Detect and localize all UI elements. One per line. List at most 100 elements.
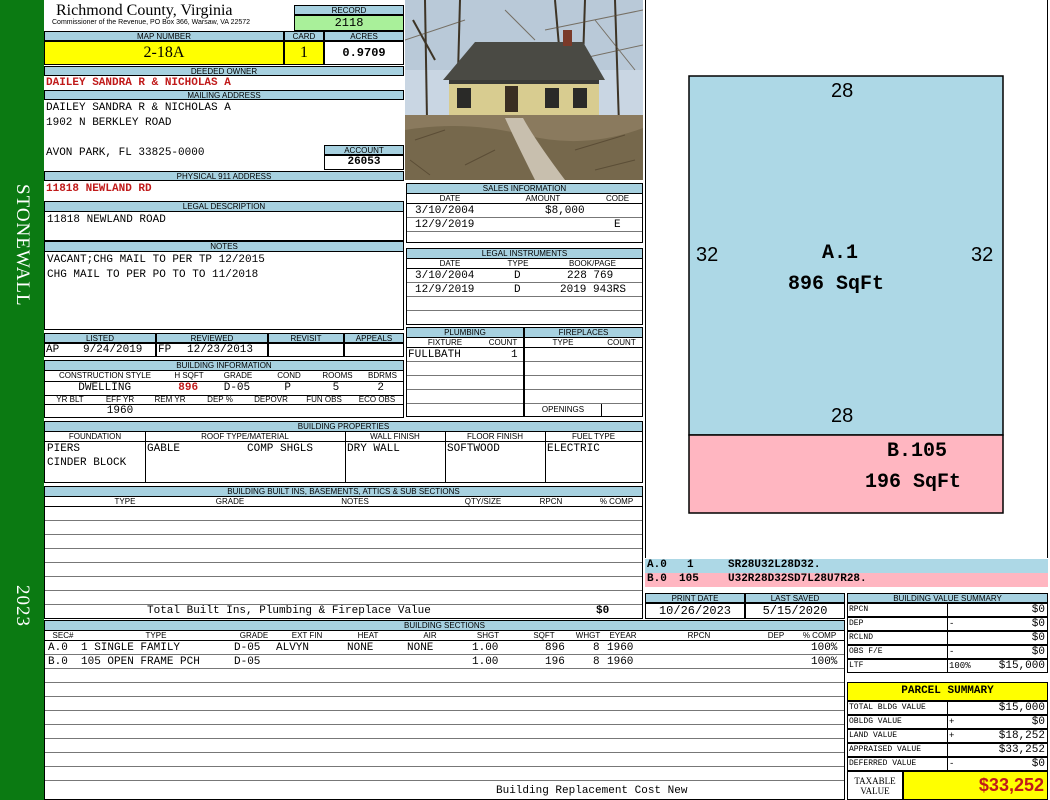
revisit-label: REVISIT [268, 333, 344, 343]
section-sqft: 196 [545, 656, 565, 668]
section-row [45, 725, 844, 739]
fuel-type: ELECTRIC [547, 443, 600, 455]
section-b-label: B.105 [887, 440, 948, 463]
yr-blt [45, 405, 95, 418]
col-h-sqft: H SQFT [174, 371, 204, 380]
building-sections: BUILDING SECTIONS SEC# TYPE GRADE EXT FI… [44, 620, 845, 800]
listed-value: AP 9/24/2019 [44, 343, 156, 357]
mailing-line-2: 1902 N BERKLEY ROAD [46, 117, 172, 129]
value-summary-label: LTF [849, 661, 864, 670]
print-date: 10/26/2023 [645, 603, 745, 619]
bdrms: 2 [377, 382, 384, 394]
value-summary-operator: 100% [949, 661, 971, 671]
section-row [45, 711, 844, 725]
col-heat: HEAT [357, 631, 379, 640]
col-comp: % COMP [599, 497, 634, 506]
reviewed-by: FP [158, 344, 172, 356]
col-eco-obs: ECO OBS [358, 395, 396, 404]
parcel-summary-label: APPRAISED VALUE [849, 745, 922, 754]
col-yr-blt: YR BLT [56, 395, 84, 404]
value-summary-row: OBS F/E - $0 [847, 645, 1048, 659]
parcel-summary-value: $0 [1031, 758, 1045, 770]
map-number: 2-18A [44, 41, 284, 65]
plumbing-row [407, 390, 523, 404]
col-type: TYPE [552, 338, 574, 347]
section-shgt: 1.00 [472, 656, 499, 668]
section-row [45, 753, 844, 767]
col-ext-fin: EXT FIN [291, 631, 323, 640]
fireplaces-columns: TYPE COUNT [525, 338, 642, 348]
col-whgt: WHGT [575, 631, 601, 640]
sales-col-date: DATE [439, 194, 461, 203]
vector-path: U32R28D32SD7L28U7R28. [728, 573, 867, 585]
eff-yr: 1960 [106, 405, 134, 417]
value-summary-row: LTF 100% $15,000 [847, 659, 1048, 673]
sales-amount: $8,000 [545, 205, 585, 217]
mailing-line-3: AVON PARK, FL 33825-0000 [46, 147, 205, 159]
col-depovr: DEPOVR [254, 395, 288, 404]
section-type: 1 SINGLE FAMILY [81, 642, 181, 654]
col-fixture: FIXTURE [427, 338, 463, 347]
builtin-row [45, 549, 642, 563]
builtin-row [45, 521, 642, 535]
instr-type: D [514, 284, 521, 296]
section-sec: A.0 [48, 642, 68, 654]
listed-reviewed: LISTED REVIEWED REVISIT APPEALS AP 9/24/… [44, 333, 404, 357]
plumbing-fixture: FULLBATH [408, 349, 461, 361]
value-summary-value: $0 [1031, 632, 1045, 644]
construction-style: DWELLING [78, 382, 132, 394]
card-label: CARD [284, 31, 324, 41]
section-eyear: 1960 [607, 656, 634, 668]
value-summary-label: RCLND [849, 633, 874, 642]
col-cond: COND [277, 371, 301, 380]
foundation-2: CINDER BLOCK [47, 457, 127, 469]
section-row [45, 683, 844, 697]
col-sec: SEC# [52, 631, 74, 640]
col-fuel: FUEL TYPE [571, 432, 616, 441]
parcel-summary-row: DEFERRED VALUE - $0 [847, 757, 1048, 771]
col-sqft: SQFT [533, 631, 555, 640]
commissioner-address: Commissioner of the Revenue, PO Box 366,… [52, 19, 251, 26]
sales-col-code: CODE [605, 194, 630, 203]
dim-a-top: 28 [831, 80, 854, 102]
col-comp: % COMP [802, 631, 837, 640]
sales-date: 3/10/2004 [415, 205, 475, 217]
deeded-owner-name: DAILEY SANDRA R & NICHOLAS A [46, 77, 231, 89]
parcel-summary-operator: + [949, 731, 955, 741]
taxable-value: $33,252 [903, 771, 1048, 800]
fireplace-row [525, 362, 642, 376]
legal-description-value: 11818 NEWLAND ROAD [47, 214, 166, 226]
parcel-summary-value: $15,000 [998, 702, 1045, 714]
depovr [245, 405, 297, 418]
col-foundation: FOUNDATION [68, 432, 122, 441]
plumbing: PLUMBING FIXTURE COUNT FULLBATH 1 [406, 327, 524, 417]
vector-row-a: A.0 1 SR28U32L28D32. [645, 559, 1048, 573]
value-summary-operator: - [949, 647, 955, 657]
section-row [45, 767, 844, 781]
wall-finish: DRY WALL [347, 443, 400, 455]
col-type: TYPE [114, 497, 136, 506]
fireplace-row [525, 390, 642, 404]
builtins-columns: TYPE GRADE NOTES QTY/SIZE RPCN % COMP [45, 497, 642, 507]
plumbing-row [407, 376, 523, 390]
building-info-cols-1: CONSTRUCTION STYLE H SQFT GRADE COND ROO… [45, 371, 405, 380]
building-info-vals-2: 1960 [45, 404, 403, 418]
parcel-summary-row: APPRAISED VALUE $33,252 [847, 743, 1048, 757]
instrument-row [407, 311, 642, 325]
builtin-row [45, 535, 642, 549]
legal-instruments: LEGAL INSTRUMENTS DATE TYPE BOOK/PAGE 3/… [406, 248, 643, 325]
col-construction-style: CONSTRUCTION STYLE [58, 371, 151, 380]
revisit-value [268, 343, 344, 357]
value-summary-value: $0 [1031, 604, 1045, 616]
openings-value [601, 404, 643, 416]
map-number-label: MAP NUMBER [44, 31, 284, 41]
builtin-row [45, 591, 642, 605]
col-eyear: EYEAR [609, 631, 637, 640]
taxable-label-2: VALUE [860, 786, 890, 796]
section-row [45, 739, 844, 753]
col-rpcn: RPCN [687, 631, 711, 640]
section-eyear: 1960 [607, 642, 634, 654]
legal-description-label: LEGAL DESCRIPTION [45, 202, 403, 212]
col-dep-pct: DEP % [207, 395, 233, 404]
builtin-row [45, 507, 642, 521]
